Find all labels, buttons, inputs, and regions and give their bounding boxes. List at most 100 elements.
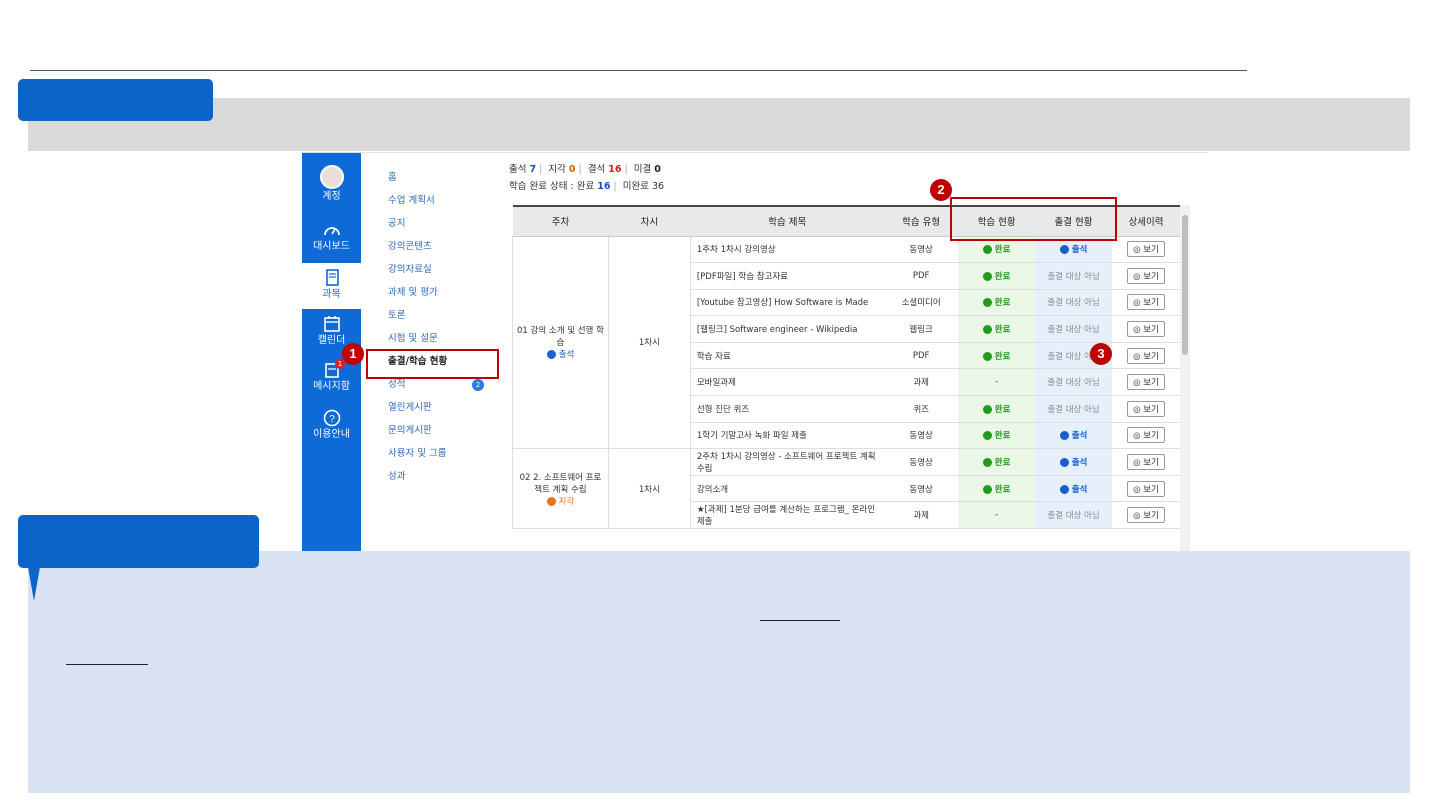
course-nav-syllabus[interactable]: 수업 계획서 [388,194,498,217]
view-button[interactable]: ◎ 보기 [1127,267,1165,284]
course-nav-people[interactable]: 사용자 및 그룹 [388,447,498,470]
progress-cell: 완료 [958,262,1036,290]
table-scrollbar[interactable] [1180,205,1190,551]
gnav-dashboard[interactable]: 대시보드 [302,221,361,253]
view-button[interactable]: ◎ 보기 [1127,241,1165,258]
title-cell[interactable]: 강의소개 [690,475,885,503]
avatar [319,165,344,189]
history-cell: ◎ 보기 [1112,501,1180,530]
annotation-marker-1: 1 [342,343,364,365]
title-cell[interactable]: [웹링크] Software engineer - Wikipedia [690,315,885,343]
scrollbar-thumb[interactable] [1182,215,1188,355]
lms-screenshot: 계정 대시보드 과목 캘린더 1 메시지함 ? 이용안내 홈 수업 계획서 공지… [302,152,1208,551]
top-divider [30,70,1247,71]
title-cell[interactable]: 선형 진단 퀴즈 [690,395,885,423]
gnav-courses[interactable]: 과목 [302,263,361,309]
check-icon [1059,458,1069,468]
type-cell: 소셜미디어 [884,289,959,317]
annotation-marker-3: 3 [1090,343,1112,365]
gnav-label: 대시보드 [313,241,350,252]
view-button[interactable]: ◎ 보기 [1127,507,1165,524]
progress-cell: 완료 [958,342,1036,370]
view-button[interactable]: ◎ 보기 [1127,427,1165,444]
check-icon [982,298,992,308]
attendance-table: 주차 차시 학습 제목 학습 유형 학습 현황 출결 현황 상세이력 01 강의… [512,205,1180,530]
course-nav-discussions[interactable]: 토론 [388,309,498,332]
view-button[interactable]: ◎ 보기 [1127,480,1165,497]
progress-cell: 완료 [958,422,1036,450]
view-button[interactable]: ◎ 보기 [1127,374,1165,391]
title-cell[interactable]: ★[과제] 1분당 급여를 계산하는 프로그램_ 온라인 제출 [690,501,885,530]
type-cell: 웹링크 [884,315,959,343]
view-button[interactable]: ◎ 보기 [1127,347,1165,364]
course-nav-home[interactable]: 홈 [388,171,498,194]
course-nav-qna-board[interactable]: 문의게시판 [388,424,498,447]
attendance-cell: 출석 [1035,448,1112,476]
title-cell[interactable]: 2주차 1차시 강의영상 - 소프트웨어 프로젝트 계획 수립 [690,448,885,476]
course-nav-open-board[interactable]: 열린게시판 [388,401,498,424]
course-nav-assignments[interactable]: 과제 및 평가 [388,286,498,309]
grades-badge: 2 [472,379,484,391]
progress-cell: - [958,368,1036,397]
col-title: 학습 제목 [690,205,885,237]
session-cell: 1차시 [607,236,691,450]
gnav-inbox[interactable]: 1 메시지함 [302,359,361,393]
title-cell[interactable]: [Youtube 참고영상] How Software is Made [690,289,885,317]
title-cell[interactable]: 1주차 1차시 강의영상 [690,236,885,264]
view-button[interactable]: ◎ 보기 [1127,294,1165,311]
progress-cell: 완료 [958,395,1036,423]
progress-cell: 완료 [958,475,1036,503]
attendance-cell: 출결 대상 아님 [1035,289,1112,317]
type-cell: 과제 [884,501,959,530]
section-tab-bottom [18,515,259,568]
attendance-cell: 출결 대상 아님 [1035,368,1112,397]
attendance-summary: 출석 7 | 지각 0 | 결석 16 | 미결 0 학습 완료 상태 : 완료 16… [509,164,665,192]
week-cell: 01 강의 소개 및 선행 학습 출석 [512,236,609,450]
col-type: 학습 유형 [884,205,959,237]
week-cell: 02 2. 소프트웨어 프로젝트 계획 수립 지각 [512,448,609,530]
check-icon [1059,431,1069,441]
callout-pointer [28,567,40,601]
view-button[interactable]: ◎ 보기 [1127,321,1165,338]
attendance-cell: 출석 [1035,475,1112,503]
course-nav-grades[interactable]: 성적 2 [388,378,498,401]
col-history: 상세이력 [1112,205,1180,237]
history-cell: ◎ 보기 [1112,262,1180,290]
calendar-icon [323,316,340,332]
check-icon [982,458,992,468]
col-session: 차시 [608,205,691,237]
title-cell[interactable]: 1학기 기말고사 녹화 파일 제출 [690,422,885,450]
table-row: 02 2. 소프트웨어 프로젝트 계획 수립 지각 1차시 2주차 1차시 강의영상… [512,448,1180,530]
course-nav-materials[interactable]: 강의자료실 [388,263,498,286]
check-icon [982,271,992,281]
title-cell[interactable]: [PDF파일] 학습 참고자료 [690,262,885,290]
dashboard-icon [323,227,340,236]
check-icon [546,350,556,360]
title-cell[interactable]: 모바일과제 [690,368,885,397]
view-button[interactable]: ◎ 보기 [1127,454,1165,471]
svg-text:?: ? [329,414,335,425]
check-icon [546,496,556,506]
annotation-marker-2: 2 [930,179,952,201]
gnav-account[interactable]: 계정 [302,165,361,203]
gnav-help[interactable]: ? 이용안내 [302,409,361,441]
history-cell: ◎ 보기 [1112,422,1180,450]
history-cell: ◎ 보기 [1112,236,1180,264]
course-nav-announcements[interactable]: 공지 [388,217,498,240]
gnav-label: 이용안내 [313,429,350,440]
history-cell: ◎ 보기 [1112,342,1180,370]
underline-mark [66,664,148,665]
type-cell: 퀴즈 [884,395,959,423]
course-nav-outcomes[interactable]: 성과 [388,470,498,493]
check-icon [982,484,992,494]
check-icon [1059,245,1069,255]
history-cell: ◎ 보기 [1112,448,1180,476]
check-icon [982,351,992,361]
history-cell: ◎ 보기 [1112,315,1180,343]
progress-cell: - [958,501,1036,530]
course-nav-contents[interactable]: 강의콘텐츠 [388,240,498,263]
check-icon [982,245,992,255]
check-icon [982,325,992,335]
view-button[interactable]: ◎ 보기 [1127,400,1165,417]
title-cell[interactable]: 학습 자료 [690,342,885,370]
